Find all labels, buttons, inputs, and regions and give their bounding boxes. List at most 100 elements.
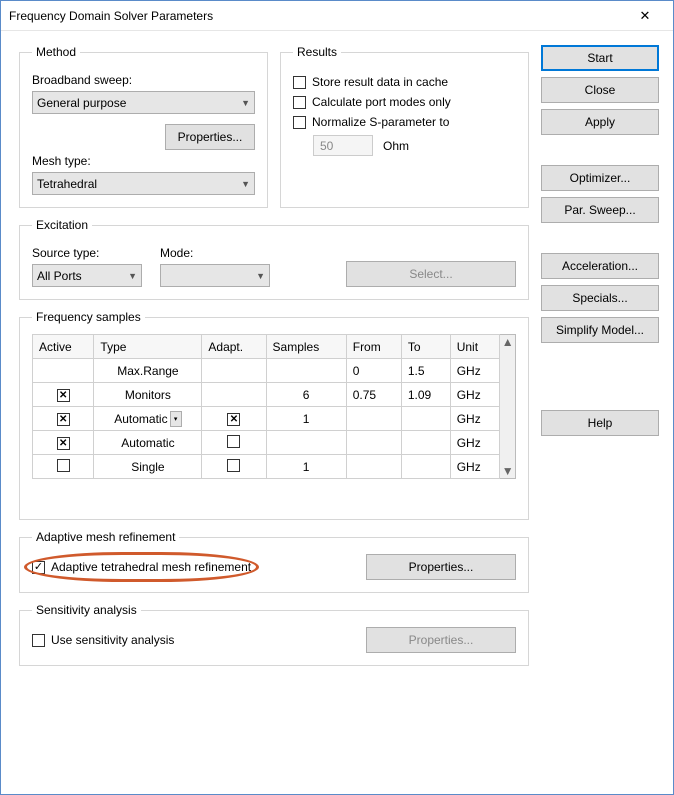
checkbox-icon (32, 634, 45, 647)
adaptive-mesh-group: Adaptive mesh refinement Adaptive tetrah… (19, 530, 529, 593)
col-adapt[interactable]: Adapt. (202, 335, 266, 359)
cell-from[interactable]: 0 (346, 359, 401, 383)
checkbox-icon: ✕ (57, 437, 70, 450)
col-to[interactable]: To (401, 335, 450, 359)
adaptive-tetrahedral-label: Adaptive tetrahedral mesh refinement (51, 560, 251, 574)
mode-combo[interactable]: ▼ (160, 264, 270, 287)
ohm-unit: Ohm (383, 139, 409, 153)
col-type[interactable]: Type (94, 335, 202, 359)
checkbox-icon: ✕ (227, 413, 240, 426)
broadband-label: Broadband sweep: (32, 73, 255, 87)
specials-button[interactable]: Specials... (541, 285, 659, 311)
cell-type[interactable]: Automatic▾ (94, 407, 202, 431)
cell-from[interactable]: 0.75 (346, 383, 401, 407)
cell-type[interactable]: Max.Range (94, 359, 202, 383)
scroll-down-icon: ▼ (502, 464, 514, 478)
normalize-sparam-label: Normalize S-parameter to (312, 115, 449, 129)
close-icon[interactable]: ✕ (625, 2, 665, 30)
method-properties-button[interactable]: Properties... (165, 124, 255, 150)
par-sweep-button[interactable]: Par. Sweep... (541, 197, 659, 223)
source-type-combo[interactable]: All Ports ▼ (32, 264, 142, 287)
frequency-samples-legend: Frequency samples (32, 310, 145, 324)
acceleration-button[interactable]: Acceleration... (541, 253, 659, 279)
cell-adapt[interactable] (202, 455, 266, 479)
sensitivity-legend: Sensitivity analysis (32, 603, 141, 617)
col-active[interactable]: Active (33, 335, 94, 359)
cell-samples[interactable]: 1 (266, 407, 346, 431)
adaptive-properties-button[interactable]: Properties... (366, 554, 516, 580)
excitation-group: Excitation Source type: All Ports ▼ Mode… (19, 218, 529, 300)
cell-adapt[interactable] (202, 359, 266, 383)
frequency-samples-table: Active Type Adapt. Samples From To Unit … (32, 334, 500, 479)
simplify-model-button[interactable]: Simplify Model... (541, 317, 659, 343)
results-group: Results Store result data in cache Calcu… (280, 45, 529, 208)
checkbox-icon: ✕ (57, 389, 70, 402)
calc-port-modes-checkbox[interactable]: Calculate port modes only (293, 95, 516, 109)
adaptive-tetrahedral-checkbox[interactable]: Adaptive tetrahedral mesh refinement (32, 560, 251, 574)
cell-unit[interactable]: GHz (450, 431, 500, 455)
cell-unit[interactable]: GHz (450, 359, 500, 383)
sensitivity-group: Sensitivity analysis Use sensitivity ana… (19, 603, 529, 666)
mesh-type-label: Mesh type: (32, 154, 255, 168)
ohm-input: 50 (313, 135, 373, 156)
close-button[interactable]: Close (541, 77, 659, 103)
cell-to[interactable]: 1.09 (401, 383, 450, 407)
optimizer-button[interactable]: Optimizer... (541, 165, 659, 191)
cell-active[interactable]: ✕ (33, 407, 94, 431)
scroll-up-icon: ▲ (502, 335, 514, 349)
cell-adapt[interactable] (202, 431, 266, 455)
cell-unit[interactable]: GHz (450, 407, 500, 431)
cell-to[interactable] (401, 455, 450, 479)
cell-to[interactable]: 1.5 (401, 359, 450, 383)
checkbox-icon: ✕ (57, 413, 70, 426)
sensitivity-properties-button[interactable]: Properties... (366, 627, 516, 653)
mode-label: Mode: (160, 246, 270, 260)
help-button[interactable]: Help (541, 410, 659, 436)
cell-active[interactable] (33, 359, 94, 383)
method-group: Method Broadband sweep: General purpose … (19, 45, 268, 208)
cell-samples[interactable]: 1 (266, 455, 346, 479)
mesh-type-value: Tetrahedral (37, 177, 97, 191)
cell-active[interactable]: ✕ (33, 383, 94, 407)
chevron-down-icon: ▼ (241, 179, 250, 189)
store-cache-checkbox[interactable]: Store result data in cache (293, 75, 516, 89)
broadband-sweep-combo[interactable]: General purpose ▼ (32, 91, 255, 114)
right-button-column: Start Close Apply Optimizer... Par. Swee… (541, 45, 659, 780)
cell-active[interactable] (33, 455, 94, 479)
table-row[interactable]: ✕ Automatic▾ ✕ 1 GHz (33, 407, 500, 431)
cell-unit[interactable]: GHz (450, 383, 500, 407)
cell-samples[interactable]: 6 (266, 383, 346, 407)
table-row[interactable]: ✕ Monitors 60.751.09GHz (33, 383, 500, 407)
col-from[interactable]: From (346, 335, 401, 359)
select-button[interactable]: Select... (346, 261, 516, 287)
store-cache-label: Store result data in cache (312, 75, 448, 89)
cell-adapt[interactable] (202, 383, 266, 407)
cell-samples[interactable] (266, 359, 346, 383)
use-sensitivity-checkbox[interactable]: Use sensitivity analysis (32, 633, 174, 647)
apply-button[interactable]: Apply (541, 109, 659, 135)
table-row[interactable]: ✕ Automatic GHz (33, 431, 500, 455)
cell-type[interactable]: Single (94, 455, 202, 479)
table-row[interactable]: Max.Range 01.5GHz (33, 359, 500, 383)
start-button[interactable]: Start (541, 45, 659, 71)
cell-from[interactable] (346, 431, 401, 455)
cell-samples[interactable] (266, 431, 346, 455)
cell-from[interactable] (346, 455, 401, 479)
cell-to[interactable] (401, 407, 450, 431)
cell-type[interactable]: Monitors (94, 383, 202, 407)
col-samples[interactable]: Samples (266, 335, 346, 359)
cell-active[interactable]: ✕ (33, 431, 94, 455)
cell-to[interactable] (401, 431, 450, 455)
source-type-label: Source type: (32, 246, 142, 260)
cell-from[interactable] (346, 407, 401, 431)
chevron-down-icon: ▾ (170, 411, 182, 427)
cell-type[interactable]: Automatic (94, 431, 202, 455)
table-scrollbar[interactable]: ▲ ▼ (500, 334, 516, 479)
mesh-type-combo[interactable]: Tetrahedral ▼ (32, 172, 255, 195)
normalize-sparam-checkbox[interactable]: Normalize S-parameter to (293, 115, 516, 129)
col-unit[interactable]: Unit (450, 335, 500, 359)
table-row[interactable]: Single 1 GHz (33, 455, 500, 479)
cell-unit[interactable]: GHz (450, 455, 500, 479)
cell-adapt[interactable]: ✕ (202, 407, 266, 431)
chevron-down-icon: ▼ (128, 271, 137, 281)
